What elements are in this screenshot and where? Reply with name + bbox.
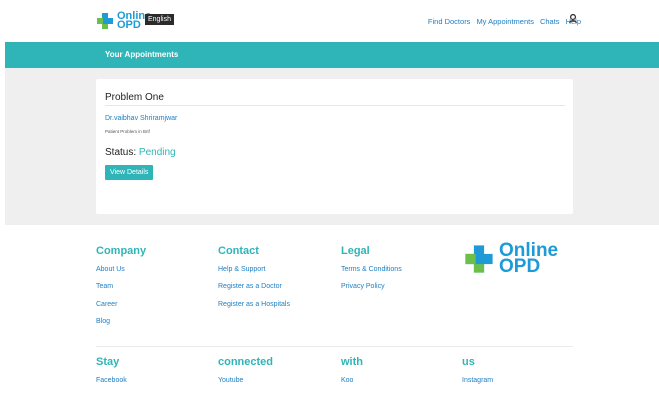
footer-logo-line2: OPD (499, 256, 541, 277)
logo[interactable]: Online OPD (95, 11, 151, 31)
footer-divider (96, 346, 573, 347)
footer-link-career[interactable]: Career (96, 301, 117, 308)
page-banner: Your Appointments (5, 42, 659, 68)
medical-cross-icon (97, 13, 113, 29)
page-title: Your Appointments (105, 50, 179, 59)
social-link-instagram[interactable]: Instagram (462, 377, 493, 384)
footer-logo[interactable]: Online OPD (462, 241, 558, 277)
footer-heading-contact: Contact (218, 245, 259, 257)
status-value: Pending (138, 147, 176, 158)
footer-link-terms[interactable]: Terms & Conditions (341, 266, 402, 273)
footer-link-privacy[interactable]: Privacy Policy (341, 283, 385, 290)
footer-link-blog[interactable]: Blog (96, 318, 110, 325)
footer-heading-legal: Legal (341, 245, 370, 257)
doctor-name-link[interactable]: Dr.vaibhav Shriramjwar (105, 115, 177, 122)
footer-link-register-hospital[interactable]: Register as a Hospitals (218, 301, 290, 308)
nav-find-doctors[interactable]: Find Doctors (428, 17, 471, 26)
medical-cross-icon (465, 245, 493, 273)
footer-link-team[interactable]: Team (96, 283, 113, 290)
status-label: Status: (105, 147, 137, 158)
stay-heading-4: us (462, 356, 475, 368)
social-link-koo[interactable]: Koo (341, 377, 353, 384)
social-link-youtube[interactable]: Youtube (218, 377, 243, 384)
footer-link-help-support[interactable]: Help & Support (218, 266, 265, 273)
problem-description: Patient Problem in Brif (105, 129, 150, 134)
stay-heading-3: with (341, 356, 363, 368)
divider (105, 105, 565, 106)
footer-link-about-us[interactable]: About Us (96, 266, 125, 273)
user-icon[interactable] (569, 14, 577, 23)
appointment-title: Problem One (105, 92, 164, 103)
footer-heading-company: Company (96, 245, 147, 257)
stay-heading-1: Stay (96, 356, 120, 368)
top-nav: Find Doctors My Appointments Chats Help (428, 17, 581, 26)
footer-logo-text: Online OPD (499, 241, 558, 277)
header: Online OPD English Find Doctors My Appoi… (0, 0, 659, 42)
nav-chats[interactable]: Chats (540, 17, 560, 26)
appointment-card: Problem One Dr.vaibhav Shriramjwar Patie… (96, 79, 573, 214)
status-row: Status: Pending (105, 147, 176, 158)
social-link-facebook[interactable]: Facebook (96, 377, 127, 384)
nav-my-appointments[interactable]: My Appointments (476, 17, 534, 26)
view-details-button[interactable]: View Details (105, 165, 154, 180)
footer-link-register-doctor[interactable]: Register as a Doctor (218, 283, 282, 290)
stay-heading-2: connected (218, 356, 274, 368)
language-button[interactable]: English (145, 14, 174, 25)
